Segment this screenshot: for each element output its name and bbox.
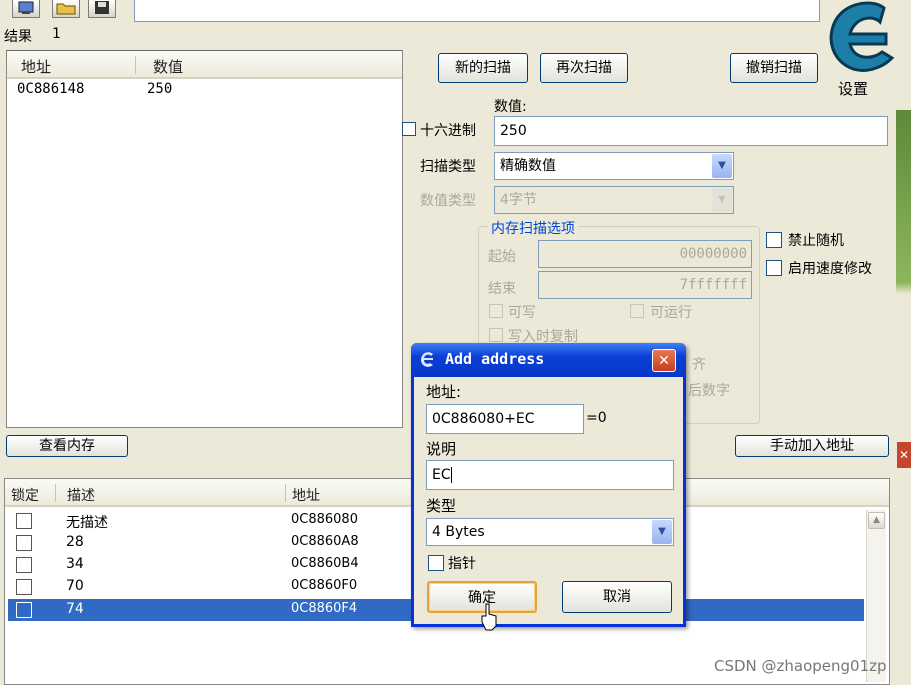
row-address: 0C8860F4 — [291, 601, 358, 616]
results-col-value[interactable]: 数值 — [153, 56, 183, 77]
executable-checkbox[interactable] — [630, 304, 644, 318]
value-input[interactable]: 250 — [494, 116, 888, 146]
scan-type-select[interactable]: 精确数值 ▼ — [494, 152, 734, 180]
results-header: 地址 数值 — [7, 51, 402, 79]
speedhack-label: 启用速度修改 — [788, 261, 872, 277]
undo-scan-button[interactable]: 撤销扫描 — [730, 53, 818, 83]
header-divider — [55, 484, 56, 502]
dialog-address-result: =0 — [586, 410, 607, 426]
row-description: 28 — [66, 534, 84, 550]
results-header-divider — [135, 56, 136, 74]
value-label: 数值: — [494, 99, 527, 115]
row-address: 0C8860F0 — [291, 578, 358, 593]
end-input[interactable]: 7fffffff — [538, 271, 752, 299]
dialog-type-label: 类型 — [426, 497, 457, 515]
watermark: CSDN @zhaopeng01zp — [714, 657, 887, 675]
col-lock[interactable]: 锁定 — [11, 485, 39, 505]
close-icon: ✕ — [658, 353, 670, 369]
chevron-down-icon: ▼ — [712, 154, 732, 178]
results-label: 结果 — [4, 29, 32, 45]
speedhack-checkbox[interactable] — [766, 260, 782, 276]
pointer-checkbox[interactable] — [428, 555, 444, 571]
row-address: 0C886080 — [291, 512, 358, 527]
row-description: 74 — [66, 601, 84, 617]
process-button[interactable] — [12, 0, 40, 18]
app-icon — [421, 352, 433, 367]
dialog-description-input[interactable]: EC — [426, 460, 674, 490]
chevron-down-icon: ▼ — [712, 188, 732, 212]
settings-label[interactable]: 设置 — [838, 78, 868, 99]
add-address-manually-button[interactable]: 手动加入地址 — [735, 435, 889, 457]
copy-on-write-checkbox[interactable] — [489, 328, 503, 342]
cheat-engine-logo[interactable] — [820, 0, 898, 82]
pointer-label: 指针 — [448, 556, 476, 572]
no-random-checkbox[interactable] — [766, 232, 782, 248]
dialog-close-button[interactable]: ✕ — [652, 349, 676, 372]
dialog-description-value: EC — [432, 467, 451, 483]
hex-label: 十六进制 — [420, 123, 476, 139]
row-description: 无描述 — [66, 515, 108, 531]
cancel-button[interactable]: 取消 — [562, 581, 672, 613]
start-label: 起始 — [488, 249, 516, 265]
dialog-title-bar[interactable]: Add address ✕ — [411, 343, 686, 377]
close-icon[interactable]: ✕ — [897, 442, 911, 468]
scan-type-label: 扫描类型 — [420, 159, 476, 175]
lock-checkbox[interactable] — [16, 557, 32, 573]
process-title-bar[interactable] — [134, 0, 820, 22]
lock-checkbox[interactable] — [16, 579, 32, 595]
scroll-up-button[interactable]: ▲ — [868, 512, 885, 529]
next-scan-button[interactable]: 再次扫描 — [540, 53, 628, 83]
row-description: 70 — [66, 578, 84, 594]
result-address: 0C886148 — [17, 81, 85, 97]
dialog-type-value: 4 Bytes — [432, 524, 485, 540]
new-scan-button[interactable]: 新的扫描 — [438, 53, 528, 83]
dialog-description-label: 说明 — [426, 440, 457, 458]
results-count: 1 — [52, 26, 61, 42]
dialog-address-label: 地址: — [426, 383, 462, 401]
text-cursor — [450, 467, 452, 483]
cheat-engine-logo-icon — [829, 1, 895, 72]
start-input[interactable]: 00000000 — [538, 240, 752, 268]
no-random-label: 禁止随机 — [788, 233, 844, 249]
process-icon — [18, 1, 34, 14]
chevron-down-icon: ▼ — [652, 520, 672, 544]
save-icon — [95, 1, 109, 14]
value-type-select[interactable]: 4字节 ▼ — [494, 186, 734, 214]
mouse-cursor-icon — [481, 603, 497, 631]
end-label: 结束 — [488, 281, 516, 297]
col-description[interactable]: 描述 — [67, 485, 95, 505]
results-list[interactable]: 地址 数值 0C886148 250 — [6, 50, 403, 428]
row-description: 34 — [66, 556, 84, 572]
save-button[interactable] — [88, 0, 116, 18]
open-button[interactable] — [52, 0, 80, 18]
header-divider — [285, 484, 286, 502]
lock-checkbox[interactable] — [16, 535, 32, 551]
hex-checkbox[interactable] — [402, 122, 416, 136]
open-icon — [56, 3, 76, 15]
col-address[interactable]: 地址 — [292, 485, 320, 505]
row-address: 0C8860B4 — [291, 556, 359, 571]
value-type-label: 数值类型 — [420, 193, 476, 209]
partial-last-digits-label: 后数字 — [688, 383, 730, 399]
value-type-value: 4字节 — [500, 192, 537, 208]
result-value: 250 — [147, 81, 173, 97]
writable-checkbox[interactable] — [489, 304, 503, 318]
row-address: 0C8860A8 — [291, 534, 359, 549]
results-col-address[interactable]: 地址 — [21, 56, 51, 77]
background-window-edge — [896, 110, 911, 685]
view-memory-button[interactable]: 查看内存 — [6, 435, 128, 457]
partial-align-label: 齐 — [692, 357, 706, 373]
memory-options-title: 内存扫描选项 — [488, 218, 578, 238]
dialog-address-input[interactable]: 0C886080+EC — [426, 404, 584, 434]
writable-label: 可写 — [508, 305, 536, 321]
lock-checkbox[interactable] — [16, 602, 32, 618]
add-address-dialog: Add address ✕ 地址: 0C886080+EC =0 说明 EC 类… — [411, 343, 686, 627]
dialog-type-select[interactable]: 4 Bytes ▼ — [426, 518, 674, 546]
lock-checkbox[interactable] — [16, 513, 32, 529]
results-row[interactable]: 0C886148 250 — [7, 81, 402, 101]
dialog-title: Add address — [445, 350, 545, 368]
scan-type-value: 精确数值 — [500, 158, 556, 174]
executable-label: 可运行 — [650, 305, 692, 321]
